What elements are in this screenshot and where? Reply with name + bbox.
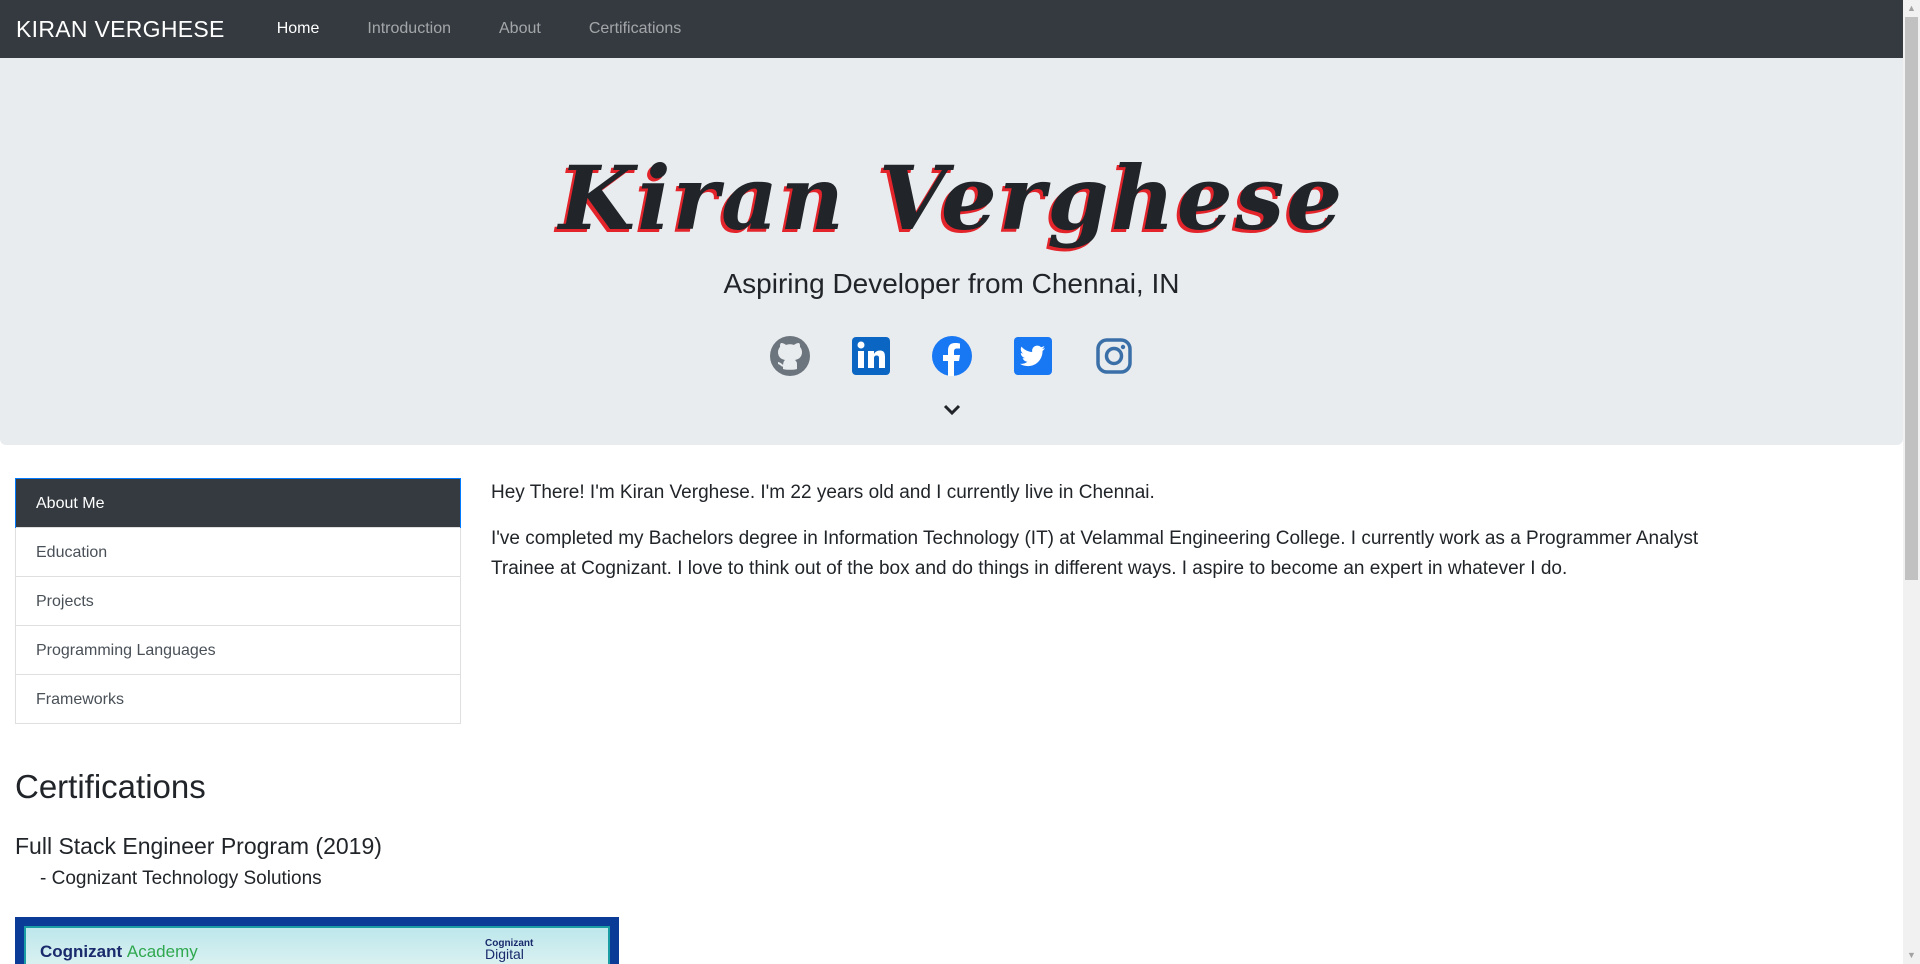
scroll-up-icon[interactable]: ▲: [1903, 0, 1920, 17]
sidebar-item-frameworks[interactable]: Frameworks: [16, 674, 460, 723]
about-paragraph: I've completed my Bachelors degree in In…: [491, 528, 1699, 579]
nav-link-home[interactable]: Home: [277, 20, 320, 38]
sidebar-item-programming-languages[interactable]: Programming Languages: [16, 625, 460, 674]
certificate-logo: Cognizant Academy: [40, 942, 198, 961]
about-sidebar-list: About Me Education Projects Programming …: [15, 478, 461, 724]
hero-subtitle: Aspiring Developer from Chennai, IN: [723, 268, 1180, 299]
scrollbar-thumb[interactable]: [1905, 17, 1918, 580]
about-paragraph: Hey There! I'm Kiran Verghese. I'm 22 ye…: [491, 482, 1155, 503]
instagram-icon[interactable]: [1092, 334, 1136, 378]
about-content: Hey There! I'm Kiran Verghese. I'm 22 ye…: [491, 478, 1741, 600]
certification-title: Full Stack Engineer Program (2019): [15, 833, 382, 859]
certificate-image[interactable]: Cognizant Academy Cognizant Digital: [15, 917, 619, 964]
nav-link-about[interactable]: About: [499, 20, 541, 38]
social-links: [0, 334, 1903, 378]
scroll-down-icon[interactable]: ▼: [1903, 947, 1920, 964]
sidebar-item-projects[interactable]: Projects: [16, 576, 460, 625]
certificate-badge: Cognizant Digital: [485, 938, 534, 962]
top-navbar: KIRAN VERGHESE Home Introduction About C…: [0, 0, 1903, 58]
twitter-icon[interactable]: [1011, 334, 1055, 378]
hero-name: Kiran Verghese: [558, 146, 1345, 250]
page-scrollbar[interactable]: ▲ ▼: [1903, 0, 1920, 964]
sidebar-item-education[interactable]: Education: [16, 527, 460, 576]
certifications-heading: Certifications: [15, 768, 206, 805]
navbar-brand[interactable]: KIRAN VERGHESE: [16, 16, 225, 43]
hero-jumbotron: Kiran Verghese Aspiring Developer from C…: [0, 58, 1903, 445]
sidebar-item-about-me[interactable]: About Me: [15, 478, 461, 528]
linkedin-icon[interactable]: [849, 334, 893, 378]
nav-link-introduction[interactable]: Introduction: [367, 20, 451, 38]
github-icon[interactable]: [768, 334, 812, 378]
certification-org: - Cognizant Technology Solutions: [40, 868, 322, 889]
nav-link-certifications[interactable]: Certifications: [589, 20, 681, 38]
chevron-down-icon[interactable]: [943, 404, 961, 416]
facebook-icon[interactable]: [930, 334, 974, 378]
